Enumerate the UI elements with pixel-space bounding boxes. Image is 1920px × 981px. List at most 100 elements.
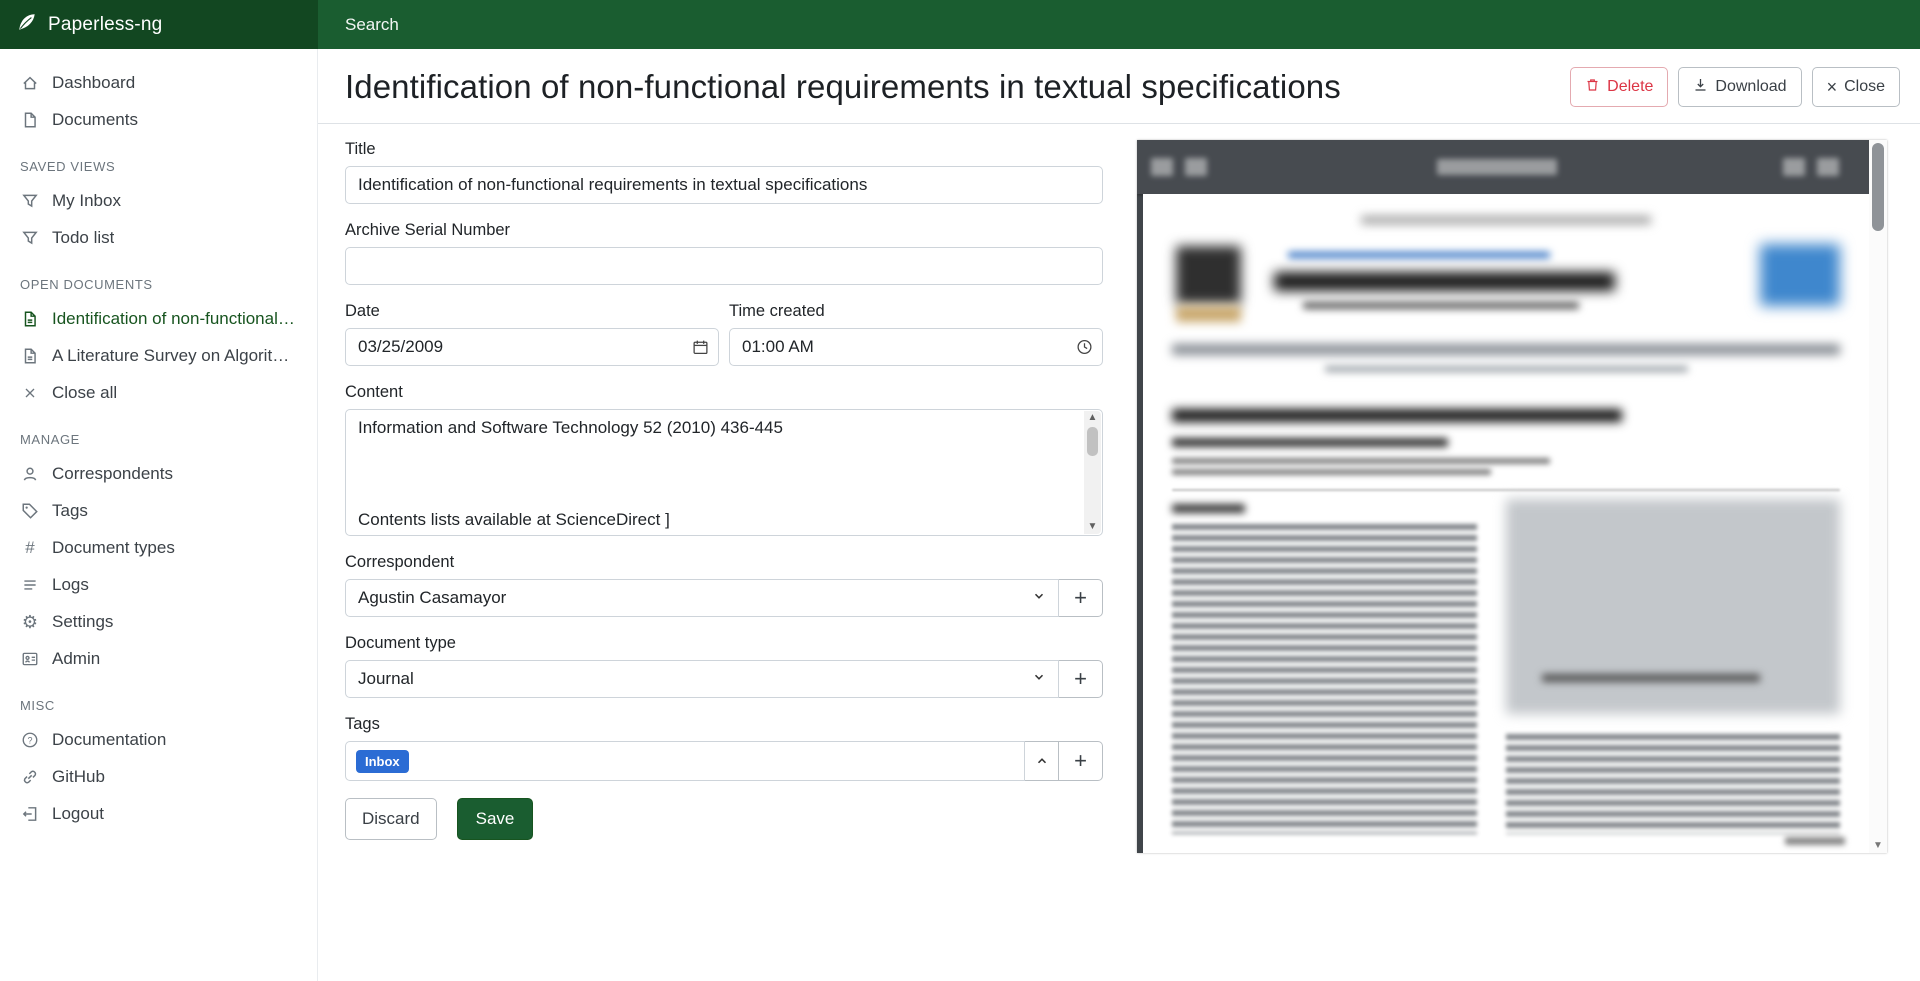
pdf-blur-block — [1785, 837, 1845, 845]
sidebar-item-settings[interactable]: ⚙ Settings — [0, 603, 317, 640]
pdf-blur-block — [1172, 344, 1840, 355]
home-icon — [20, 73, 40, 93]
sidebar-item-label: Logout — [52, 804, 104, 824]
add-document-type-button[interactable]: + — [1059, 660, 1103, 698]
sidebar-item-admin[interactable]: Admin — [0, 640, 317, 677]
sidebar-item-label: Admin — [52, 649, 100, 669]
clock-icon[interactable] — [1076, 339, 1093, 356]
sidebar-section-misc: MISC — [20, 698, 297, 713]
sidebar-item-documentation[interactable]: ? Documentation — [0, 721, 317, 758]
pdf-blur-block — [1176, 306, 1241, 322]
main-content: Identification of non-functional require… — [318, 49, 1920, 981]
sidebar-item-my-inbox[interactable]: My Inbox — [0, 182, 317, 219]
close-button[interactable]: × Close — [1812, 67, 1900, 107]
sidebar-open-doc-2[interactable]: A Literature Survey on Algorithms for Mu… — [0, 337, 317, 374]
title-input[interactable] — [345, 166, 1103, 204]
app-brand[interactable]: Paperless-ng — [0, 0, 318, 49]
sidebar-item-document-types[interactable]: # Document types — [0, 529, 317, 566]
scrollbar-thumb[interactable] — [1087, 427, 1098, 456]
pdf-scroll-down-icon[interactable]: ▼ — [1869, 840, 1887, 851]
discard-button[interactable]: Discard — [345, 798, 437, 840]
link-icon — [20, 767, 40, 787]
sidebar-section-open-documents: OPEN DOCUMENTS — [20, 277, 297, 292]
pdf-blur-block — [1325, 366, 1688, 372]
sidebar-item-correspondents[interactable]: Correspondents — [0, 455, 317, 492]
sidebar-item-tags[interactable]: Tags — [0, 492, 317, 529]
file-text-icon — [20, 309, 40, 329]
pdf-blur-textlines — [1506, 734, 1840, 834]
pdf-blur-block — [1172, 504, 1245, 513]
content-textarea[interactable]: Information and Software Technology 52 (… — [345, 409, 1103, 536]
tag-icon — [20, 501, 40, 521]
sidebar-item-github[interactable]: GitHub — [0, 758, 317, 795]
delete-button[interactable]: Delete — [1570, 67, 1668, 107]
pdf-scrollbar-thumb[interactable] — [1872, 143, 1884, 231]
sidebar-section-manage: MANAGE — [20, 432, 297, 447]
content-line-1: Information and Software Technology 52 (… — [358, 418, 1074, 438]
pdf-toolbar-blur — [1783, 158, 1805, 176]
filter-icon — [20, 191, 40, 211]
top-navbar: Paperless-ng — [0, 0, 1920, 49]
sidebar-item-dashboard[interactable]: Dashboard — [0, 64, 317, 101]
sidebar-open-doc-1[interactable]: Identification of non-functional require… — [0, 300, 317, 337]
pdf-blur-block — [1172, 458, 1550, 464]
file-text-icon — [20, 346, 40, 366]
search-input[interactable] — [318, 0, 1920, 49]
add-tag-button[interactable]: + — [1059, 741, 1103, 781]
sidebar-item-label: A Literature Survey on Algorithms for Mu… — [52, 346, 297, 366]
sidebar-item-documents[interactable]: Documents — [0, 101, 317, 138]
asn-label: Archive Serial Number — [345, 221, 1103, 240]
pdf-blur-block — [1542, 674, 1760, 682]
hash-icon: # — [20, 538, 40, 558]
correspondent-select[interactable]: Agustin Casamayor — [345, 579, 1059, 617]
document-type-value: Journal — [358, 669, 414, 689]
close-button-label: Close — [1844, 78, 1885, 96]
calendar-icon[interactable] — [692, 339, 709, 356]
paperless-logo-icon — [16, 11, 38, 38]
tags-input[interactable]: Inbox — [345, 741, 1025, 781]
pdf-toolbar-blur — [1151, 158, 1173, 176]
pdf-blur-block — [1303, 302, 1579, 309]
archive-serial-number-input[interactable] — [345, 247, 1103, 285]
tags-collapse-button[interactable] — [1025, 741, 1059, 781]
add-correspondent-button[interactable]: + — [1059, 579, 1103, 617]
filter-icon — [20, 228, 40, 248]
pdf-toolbar-blur — [1185, 158, 1207, 176]
pdf-blur-block — [1760, 244, 1840, 306]
download-button[interactable]: Download — [1678, 67, 1801, 107]
download-icon — [1693, 77, 1708, 98]
pdf-blur-block — [1176, 246, 1241, 304]
app-title: Paperless-ng — [48, 14, 162, 36]
sidebar-item-close-all[interactable]: Close all — [0, 374, 317, 411]
svg-text:?: ? — [27, 735, 32, 745]
time-created-input[interactable] — [729, 328, 1103, 366]
content-label: Content — [345, 383, 1103, 402]
content-scrollbar[interactable]: ▲ ▼ — [1084, 411, 1101, 534]
sidebar-item-label: Tags — [52, 501, 88, 521]
sidebar-item-logs[interactable]: Logs — [0, 566, 317, 603]
sidebar-item-label: Todo list — [52, 228, 114, 248]
sidebar-item-label: Settings — [52, 612, 113, 632]
tag-badge[interactable]: Inbox — [356, 750, 409, 773]
sidebar-item-logout[interactable]: Logout — [0, 795, 317, 832]
pdf-blur-textlines — [1172, 524, 1477, 834]
list-icon — [20, 575, 40, 595]
sidebar-item-label: GitHub — [52, 767, 105, 787]
pdf-toolbar-blur — [1817, 158, 1839, 176]
pdf-scrollbar[interactable]: ▼ — [1869, 140, 1887, 853]
scroll-up-icon[interactable]: ▲ — [1088, 411, 1098, 425]
document-type-select[interactable]: Journal — [345, 660, 1059, 698]
correspondent-label: Correspondent — [345, 553, 1103, 572]
scroll-down-icon[interactable]: ▼ — [1088, 520, 1098, 534]
pdf-page — [1143, 194, 1869, 853]
trash-icon — [1585, 77, 1600, 98]
delete-button-label: Delete — [1607, 78, 1653, 96]
document-type-label: Document type — [345, 634, 1103, 653]
save-button[interactable]: Save — [457, 798, 534, 840]
caret-up-icon — [1035, 748, 1049, 774]
pdf-toolbar[interactable] — [1137, 140, 1869, 194]
sidebar-item-todo-list[interactable]: Todo list — [0, 219, 317, 256]
sidebar-item-label: Close all — [52, 383, 117, 403]
sidebar-item-label: My Inbox — [52, 191, 121, 211]
date-input[interactable] — [345, 328, 719, 366]
